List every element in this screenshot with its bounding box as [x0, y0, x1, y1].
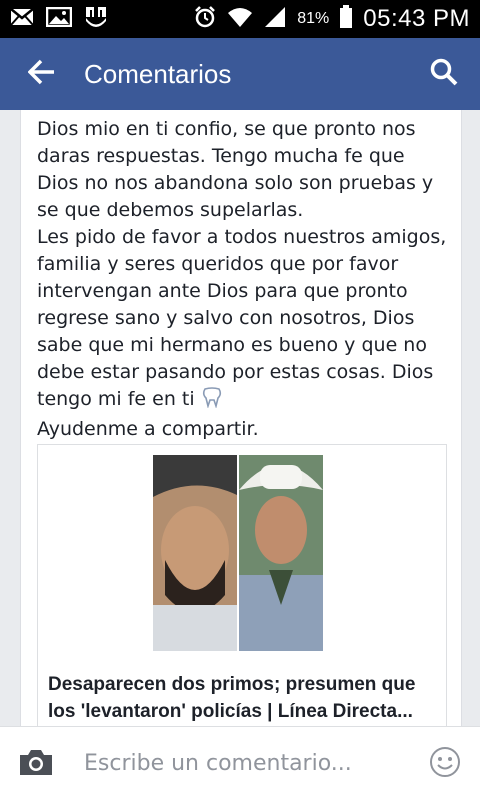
- status-bar-system: 81% 05:43 PM: [193, 4, 470, 34]
- signal-icon: [263, 6, 287, 33]
- battery-percent: 81%: [297, 10, 330, 27]
- status-bar: 81% 05:43 PM: [0, 0, 480, 38]
- emoji-button[interactable]: [410, 727, 480, 801]
- link-preview-image: [38, 445, 446, 661]
- link-preview-title: Desaparecen dos primos; presumen que los…: [48, 674, 416, 722]
- search-icon: [430, 58, 458, 90]
- post-text: Dios mio en ti confio, se que pronto nos…: [37, 118, 447, 410]
- wifi-icon: [227, 6, 253, 33]
- camera-icon: [18, 747, 54, 781]
- battery-icon: [339, 4, 353, 34]
- image-icon: [45, 6, 73, 31]
- page-title: Comentarios: [84, 58, 232, 89]
- alarm-icon: [193, 5, 217, 34]
- comment-composer: [0, 726, 480, 800]
- clock: 05:43 PM: [363, 5, 470, 32]
- post-body: Dios mio en ti confio, se que pronto nos…: [37, 116, 449, 443]
- smiley-icon: [429, 746, 461, 782]
- tooth-icon: [201, 386, 223, 416]
- back-arrow-icon: [27, 59, 56, 89]
- comment-input[interactable]: [72, 751, 410, 776]
- camera-button[interactable]: [0, 727, 72, 801]
- post-card: Dios mio en ti confio, se que pronto nos…: [20, 110, 462, 734]
- status-bar-notifications: [10, 5, 108, 33]
- comments-content: Dios mio en ti confio, se que pronto nos…: [0, 110, 480, 734]
- app-bar: Comentarios: [0, 38, 480, 110]
- photo-right: [239, 455, 323, 651]
- photo-left: [153, 455, 237, 651]
- back-button[interactable]: [0, 38, 84, 110]
- link-preview[interactable]: Desaparecen dos primos; presumen que los…: [37, 444, 447, 734]
- mail-icon: [10, 8, 34, 30]
- search-button[interactable]: [408, 38, 480, 110]
- post-text-end: Ayudenme a compartir.: [37, 418, 259, 440]
- univision-icon: [84, 5, 108, 33]
